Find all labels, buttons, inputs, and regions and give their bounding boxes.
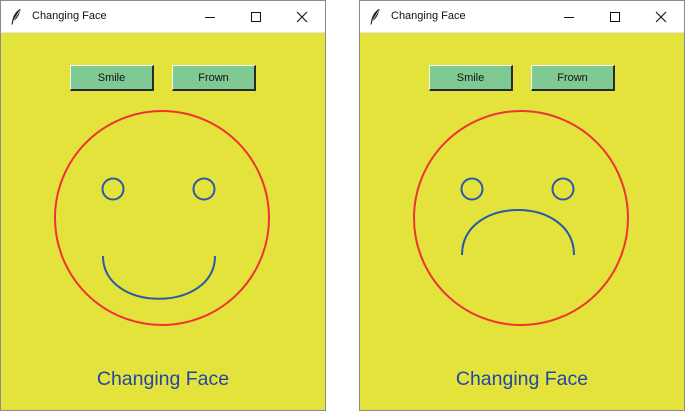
frown-button[interactable]: Frown xyxy=(531,65,615,91)
smile-button[interactable]: Smile xyxy=(70,65,154,91)
app-window-smile: Changing Face Smile Frown Changing Face xyxy=(0,0,326,411)
maximize-button[interactable] xyxy=(592,1,638,32)
window-title: Changing Face xyxy=(391,10,466,22)
smile-mouth xyxy=(102,255,216,300)
app-window-frown: Changing Face Smile Frown Changing Face xyxy=(359,0,685,411)
right-eye xyxy=(551,177,575,201)
close-icon xyxy=(296,11,308,22)
face-outline xyxy=(54,110,270,326)
feather-icon xyxy=(370,8,380,25)
maximize-icon xyxy=(251,11,261,22)
caption-text: Changing Face xyxy=(96,368,230,390)
caption-text: Changing Face xyxy=(455,368,589,390)
minimize-button[interactable] xyxy=(546,1,592,32)
smiling-face-drawing xyxy=(54,110,270,326)
face-canvas: Smile Frown Changing Face xyxy=(360,33,684,410)
smile-button[interactable]: Smile xyxy=(429,65,513,91)
maximize-icon xyxy=(610,11,620,22)
close-icon xyxy=(655,11,667,22)
left-eye xyxy=(460,177,484,201)
close-button[interactable] xyxy=(638,1,684,32)
right-eye xyxy=(192,177,216,201)
maximize-button[interactable] xyxy=(233,1,279,32)
frown-mouth xyxy=(461,209,575,256)
title-bar[interactable]: Changing Face xyxy=(360,1,684,33)
face-canvas: Smile Frown Changing Face xyxy=(1,33,325,410)
title-bar[interactable]: Changing Face xyxy=(1,1,325,33)
feather-icon xyxy=(11,8,21,25)
frowning-face-drawing xyxy=(413,110,629,326)
left-eye xyxy=(101,177,125,201)
minimize-icon xyxy=(564,16,574,18)
face-outline xyxy=(413,110,629,326)
screenshot-stage: Changing Face Smile Frown Changing Face xyxy=(0,0,685,411)
minimize-icon xyxy=(205,16,215,18)
frown-button[interactable]: Frown xyxy=(172,65,256,91)
minimize-button[interactable] xyxy=(187,1,233,32)
close-button[interactable] xyxy=(279,1,325,32)
window-title: Changing Face xyxy=(32,10,107,22)
